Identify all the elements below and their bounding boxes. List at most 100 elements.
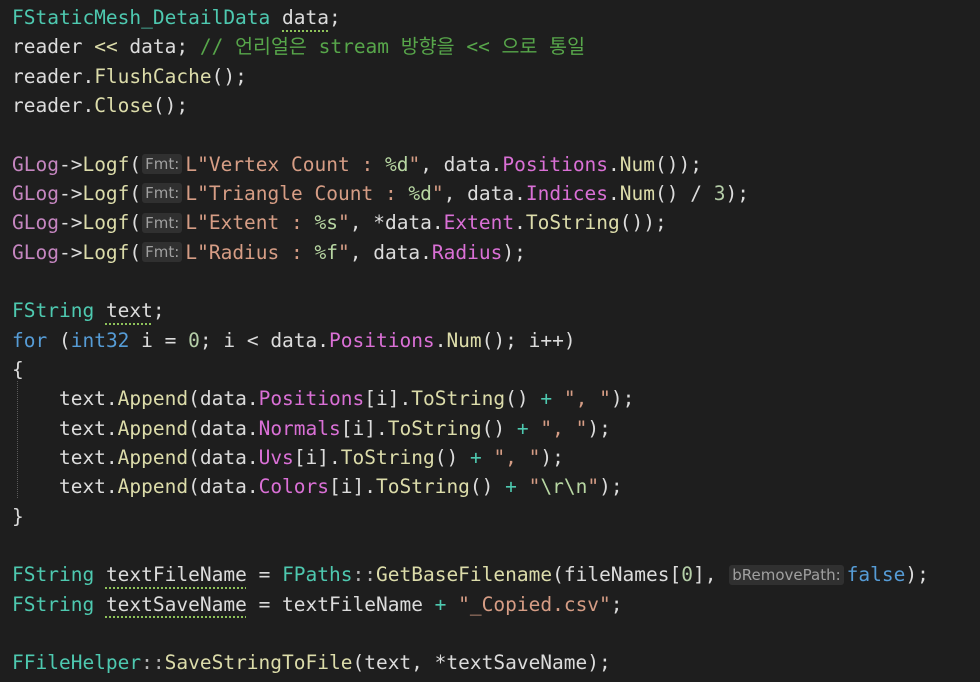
code-token-punc: ()); [619,211,667,235]
code-token-punc [94,563,106,586]
code-token-var: reader. [12,93,95,117]
code-line[interactable]: ​ [12,267,929,296]
code-token-fmt: %d [384,152,409,176]
code-token-str: " [337,211,350,235]
code-token-punc: ); [587,416,611,440]
code-token-str: " [528,475,541,499]
code-token-punc: () [434,445,470,469]
code-line[interactable]: GLog->Logf(Fmt: L"Triangle Count : %d", d… [12,179,929,208]
code-token-var: ; i < data. [199,328,330,352]
code-token-type: FPaths [282,563,353,587]
code-token-punc: . [608,152,620,176]
code-token-punc [94,299,106,322]
code-line[interactable]: FFileHelper::SaveStringToFile(text, *tex… [12,648,929,677]
code-token-func: Append [117,475,189,499]
code-token-var: text [105,299,153,323]
code-token-func: GetBaseFilename [376,563,553,587]
code-token-var: (data. [188,416,259,440]
code-token-punc [517,475,529,498]
code-token-punc [529,417,541,440]
code-line[interactable]: text.Append(data.Uvs[i].ToString() + ", … [12,443,929,472]
code-line[interactable]: FStaticMesh_DetailData data; [12,3,929,32]
code-token-punc [552,387,564,410]
code-token-str: " [408,152,421,176]
code-editor[interactable]: FStaticMesh_DetailData data; reader << da… [0,0,980,682]
code-token-func: Logf [82,211,130,235]
code-token-func: ToString [525,211,620,235]
code-token-type: FStaticMesh_DetailData [12,6,271,29]
code-token-punc: . [434,328,447,352]
code-token-var: , data. [420,152,503,176]
code-token-type: + [469,445,482,469]
code-token-punc: ); [502,240,526,264]
code-token-punc: -> [58,181,83,205]
parameter-hint: Fmt: [142,183,183,204]
code-line[interactable]: ​ [12,619,929,648]
code-token-punc [446,593,458,616]
code-line[interactable]: { [12,355,929,384]
code-token-punc: () / [655,181,714,205]
code-token-str: " [587,475,600,499]
code-token-str: " [337,240,350,264]
code-token-func: Logf [82,152,130,176]
code-token-punc: -> [58,240,83,264]
parameter-hint: Fmt: [142,154,183,175]
code-token-func: ToString [376,475,470,499]
code-line[interactable]: reader.FlushCache(); [12,62,929,91]
code-token-num: 0 [188,328,200,352]
code-token-punc: ( [129,152,142,176]
code-token-type: FString [12,592,95,616]
code-token-kw: for [12,328,48,352]
code-token-punc: . [514,211,526,235]
code-token-punc: ); [599,475,623,499]
code-token-macro: GLog [12,152,59,176]
code-token-comment: // 언리얼은 stream 방향을 << 으로 통일 [199,35,586,59]
code-token-punc: . [608,181,620,205]
code-token-var: text. [12,416,118,440]
code-token-str: ", " [493,445,541,469]
code-line[interactable]: reader.Close(); [12,91,929,120]
code-token-punc: ; [152,299,165,323]
code-token-func: ToString [411,387,506,411]
code-token-func: Logf [82,240,130,264]
code-line[interactable]: ​ [12,120,929,149]
code-token-field: Positions [329,328,435,352]
code-line[interactable]: text.Append(data.Colors[i].ToString() + … [12,472,929,501]
code-line[interactable]: text.Append(data.Positions[i].ToString()… [12,384,929,413]
code-token-type: + [505,475,517,499]
code-line[interactable]: reader << data; // 언리얼은 stream 방향을 << 으로… [12,32,929,61]
code-token-var: data [282,6,329,29]
code-token-field: Radius [431,240,503,264]
code-token-punc: () [469,475,506,499]
parameter-hint: bRemovePath: [729,564,844,585]
code-line[interactable]: FString textFileName = FPaths::GetBaseFi… [12,560,929,589]
code-token-func: Num [619,181,656,205]
code-token-var: reader. [12,64,95,88]
code-token-punc: (); i++) [481,328,576,352]
code-token-fmt: \r\n [540,475,588,499]
code-line[interactable]: GLog->Logf(Fmt: L"Extent : %s", *data.Ext… [12,208,929,237]
code-token-var: text. [12,475,118,499]
code-line[interactable]: } [12,502,929,531]
code-token-punc [94,593,106,616]
code-token-punc: ; [329,6,341,29]
code-line[interactable]: GLog->Logf(Fmt: L"Vertex Count : %d", dat… [12,150,929,179]
code-line[interactable]: text.Append(data.Normals[i].ToString() +… [12,414,929,443]
code-token-punc: ( [129,240,142,264]
code-token-func: SaveStringToFile [164,651,353,675]
code-line[interactable]: FString textSaveName = textFileName + "_… [12,590,929,619]
code-token-kw: false [846,563,906,587]
code-token-str: ", " [540,416,588,440]
code-line[interactable]: GLog->Logf(Fmt: L"Radius : %f", data.Radi… [12,238,929,267]
code-token-var: text. [12,387,118,411]
code-token-str: L"Radius : [185,240,315,264]
code-line[interactable]: FString text; [12,296,929,325]
code-token-var: textFileName [105,563,247,587]
code-line[interactable]: for (int32 i = 0; i < data.Positions.Num… [12,326,929,355]
code-token-field: Colors [258,475,330,499]
code-token-func: FlushCache [94,64,212,88]
code-token-var: textSaveName [105,592,247,616]
code-line[interactable]: ​ [12,531,929,560]
code-token-var: , data. [349,240,432,264]
code-token-str: ", " [563,387,611,411]
